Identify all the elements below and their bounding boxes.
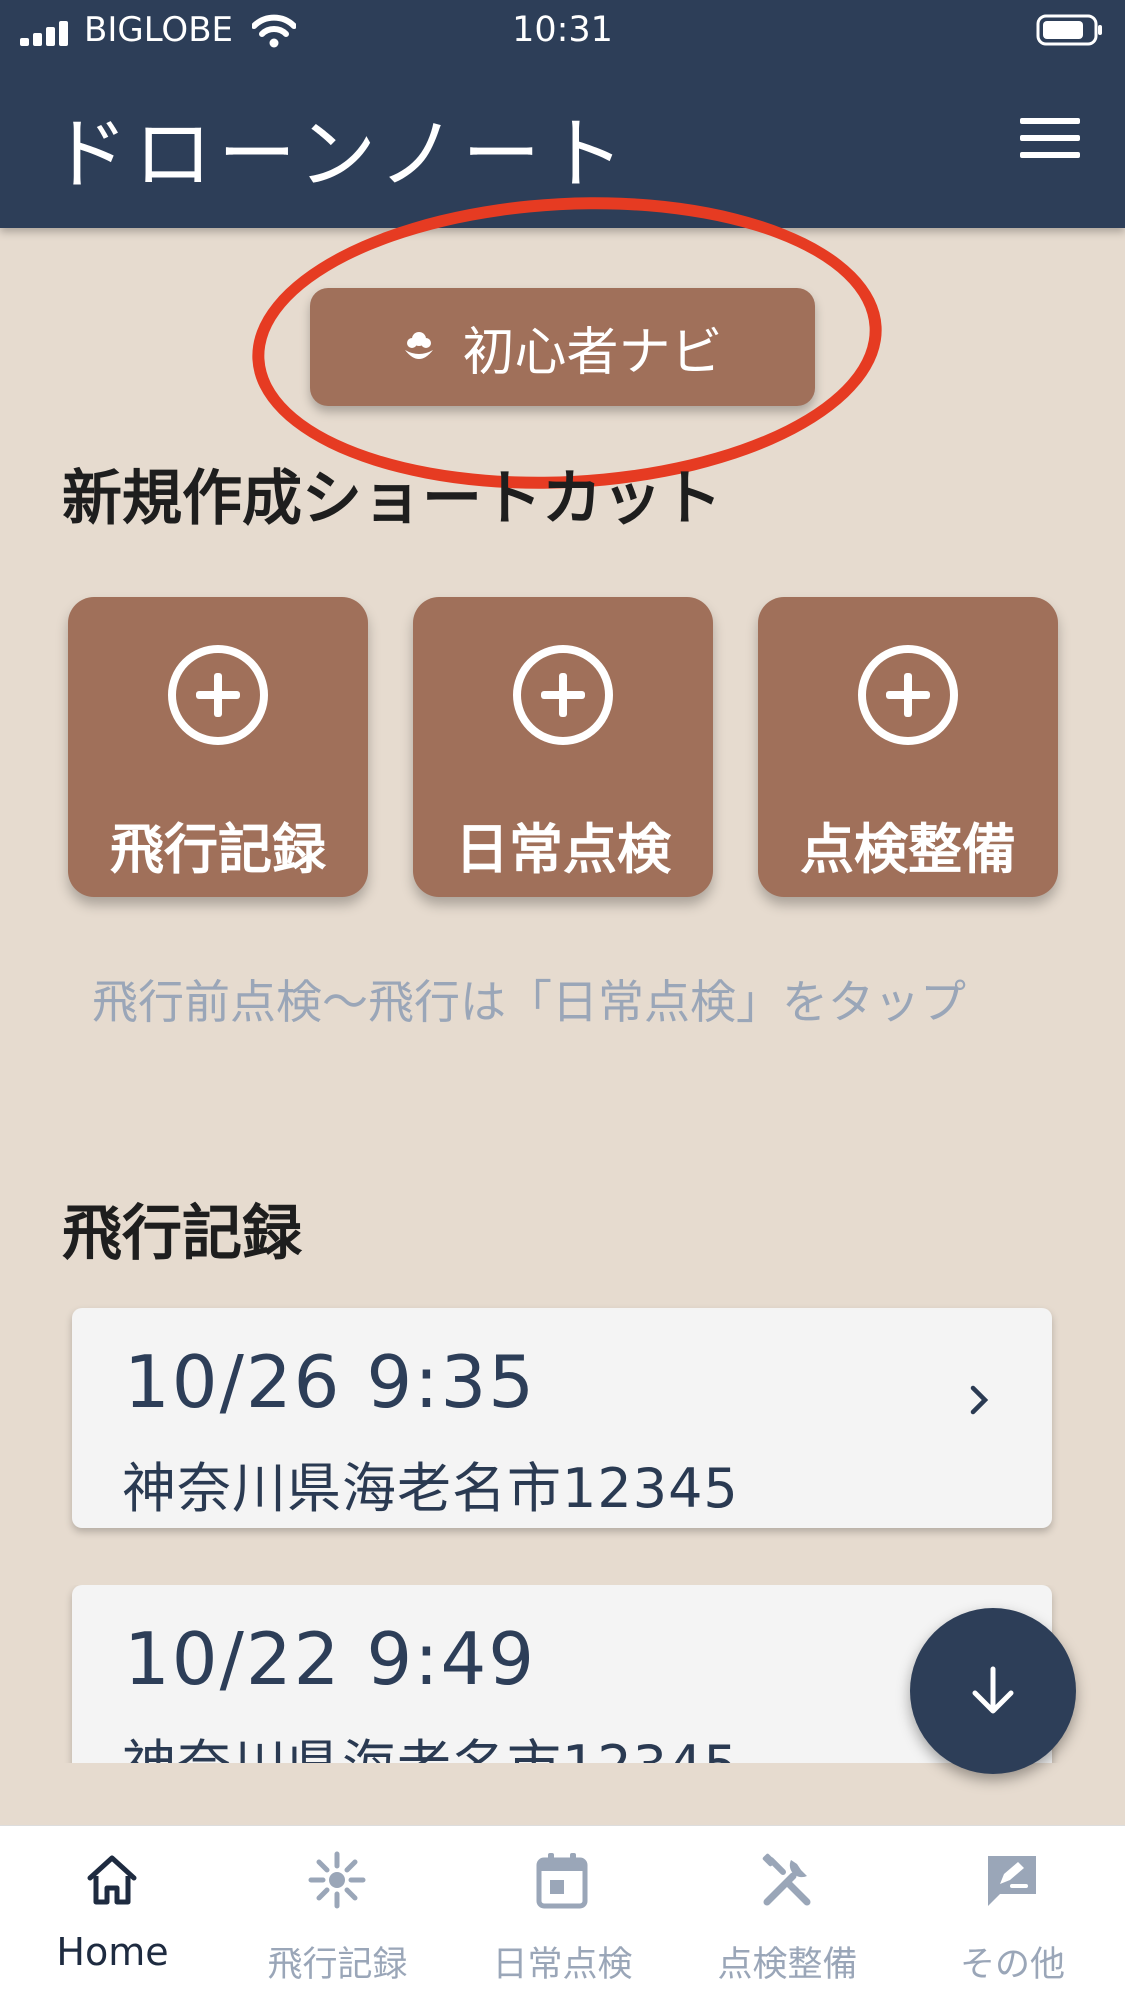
- tab-label: 飛行記録: [267, 1945, 408, 1985]
- shortcut-hint-text: 飛行前点検〜飛行は「日常点検」をタップ: [92, 975, 966, 1029]
- beginner-nav-label: 初心者ナビ: [462, 322, 723, 383]
- flower-icon: [405, 332, 434, 359]
- record-location: 神奈川県海老名市12345: [122, 1457, 739, 1520]
- app-title: ドローンノート: [50, 110, 631, 200]
- tab-label: Home: [56, 1930, 169, 1974]
- menu-line: [1020, 152, 1080, 158]
- new-maintenance-button[interactable]: 点検整備: [758, 597, 1058, 897]
- record-datetime: 10/26 9:35: [124, 1340, 537, 1424]
- tab-other[interactable]: その他: [900, 1826, 1125, 2002]
- tab-home[interactable]: Home: [0, 1826, 225, 2002]
- drone-icon: [308, 1851, 366, 1909]
- beginner-nav-button[interactable]: 初心者ナビ: [310, 288, 815, 406]
- shortcut-label: 点検整備: [800, 818, 1016, 881]
- add-circle-icon: [168, 645, 268, 745]
- tab-label: 日常点検: [492, 1945, 633, 1985]
- status-time: 10:31: [512, 10, 613, 50]
- scroll-down-button[interactable]: [910, 1608, 1076, 1774]
- shortcut-label: 日常点検: [455, 818, 671, 881]
- menu-line: [1020, 118, 1080, 124]
- flight-record-item[interactable]: 10/26 9:35 神奈川県海老名市12345: [72, 1308, 1052, 1528]
- shortcut-label: 飛行記録: [110, 818, 326, 881]
- calendar-icon: [536, 1853, 588, 1909]
- hamburger-menu-button[interactable]: [1020, 118, 1080, 168]
- new-flight-record-button[interactable]: 飛行記録: [68, 597, 368, 897]
- flight-records-title: 飛行記録: [62, 1199, 302, 1269]
- menu-line: [1020, 135, 1080, 141]
- new-daily-inspection-button[interactable]: 日常点検: [413, 597, 713, 897]
- home-icon: [87, 1855, 137, 1905]
- tab-maintenance[interactable]: 点検整備: [675, 1826, 900, 2002]
- tab-label: 点検整備: [717, 1945, 858, 1985]
- tab-flight-records[interactable]: 飛行記録: [225, 1826, 450, 2002]
- tab-label: その他: [959, 1945, 1065, 1985]
- status-bar: BIGLOBE 10:31: [0, 0, 1125, 62]
- record-location: 神奈川県海老名市12345: [122, 1721, 739, 1763]
- add-circle-icon: [513, 645, 613, 745]
- arrow-down-icon: [972, 1666, 1014, 1714]
- bottom-tab-bar: Home 飛行記録 日常点検 点検整備 その他: [0, 1825, 1125, 2002]
- tools-icon: [762, 1853, 811, 1906]
- flight-record-item[interactable]: 10/22 9:49 神奈川県海老名市12345: [72, 1585, 1052, 1763]
- note-icon: [988, 1856, 1036, 1906]
- app-header: BIGLOBE 10:31 ドローンノート: [0, 0, 1125, 228]
- tab-daily-inspection[interactable]: 日常点検: [450, 1826, 675, 2002]
- chevron-right-icon: [970, 1385, 989, 1415]
- shortcut-section-title: 新規作成ショートカット: [62, 464, 722, 534]
- record-datetime: 10/22 9:49: [124, 1617, 537, 1701]
- battery-icon: [1036, 14, 1102, 46]
- add-circle-icon: [858, 645, 958, 745]
